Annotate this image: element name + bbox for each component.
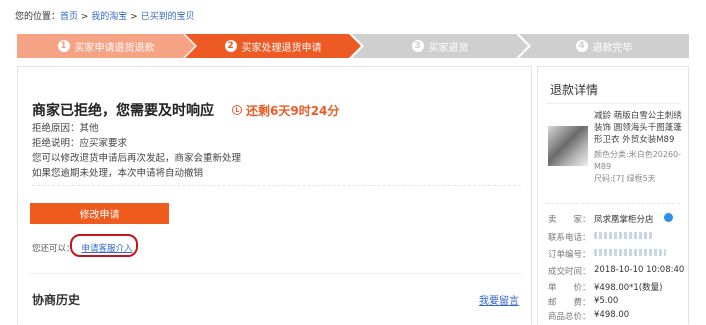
- step-number: 3: [411, 40, 424, 52]
- breadcrumb-my-taobao-link[interactable]: 我的淘宝: [91, 12, 127, 22]
- sidebar-title: 退款详情: [550, 83, 599, 97]
- step-number: 2: [224, 40, 237, 52]
- step-label: 买家申请退货退款: [74, 42, 155, 54]
- rejection-reason: 拒绝原因：其他: [32, 123, 99, 134]
- refund-status-panel: 商家已拒绝，您需要及时响应 还剩6天9时24分 拒绝原因：其他 拒绝说明：应买家…: [17, 66, 532, 324]
- status-headline: 商家已拒绝，您需要及时响应 还剩6天9时24分: [32, 100, 339, 120]
- clock-icon: [232, 105, 242, 115]
- phone-label: 联系电话：: [548, 233, 591, 243]
- divider: [32, 185, 521, 186]
- step-label: 退款完毕: [592, 42, 633, 54]
- postage-label: 邮 费：: [548, 298, 591, 308]
- modify-request-button[interactable]: 修改申请: [30, 203, 169, 224]
- highlight-circle: [70, 234, 138, 257]
- other-options-label: 您还可以：: [32, 244, 75, 254]
- auto-cancel-hint: 如果您逾期未处理，本次申请将自动撤销: [32, 168, 204, 179]
- step-3: 3 买家退货: [352, 34, 528, 58]
- total-row: 商品总价： ¥498.00: [548, 310, 629, 322]
- order-label: 订单编号：: [548, 250, 591, 260]
- total-label: 商品总价：: [548, 312, 591, 322]
- order-row: 订单编号：: [548, 248, 666, 260]
- seller-value[interactable]: 凤求凰掌柜分店: [594, 213, 654, 225]
- product-attributes: 颜色分类:米白色20260-M89 尺码:[7] 绿框5天: [594, 149, 684, 185]
- leave-message-link[interactable]: 我要留言: [479, 292, 519, 307]
- negotiation-history-title: 协商历史: [32, 293, 81, 307]
- price-value: ¥498.00*1(数量): [594, 283, 663, 293]
- breadcrumb-prefix: 您的位置：: [15, 12, 61, 22]
- seller-label: 卖 家：: [548, 215, 591, 225]
- rejection-explanation: 拒绝说明：应买家要求: [32, 138, 128, 149]
- phone-value-masked: [594, 232, 652, 239]
- step-label: 买家退货: [428, 42, 469, 54]
- rejection-info: 拒绝原因：其他 拒绝说明：应买家要求 您可以修改退货申请后再次发起，商家会重新处…: [32, 121, 241, 181]
- product-name[interactable]: 减龄 萌版白雪公主刺绣装饰 圆领海头千图蓬蓬形卫衣 外贸女装M89: [594, 110, 684, 146]
- product-size: 尺码:[7] 绿框5天: [594, 174, 656, 183]
- time-value: 2018-10-10 10:08:40: [594, 265, 685, 275]
- breadcrumb-bought-link[interactable]: 已买到的宝贝: [141, 12, 195, 22]
- countdown: 还剩6天9时24分: [232, 102, 339, 119]
- step-number: 1: [57, 40, 70, 52]
- product-color: 颜色分类:米白色20260-M89: [594, 150, 682, 171]
- divider: [546, 203, 680, 204]
- countdown-text: 还剩6天9时24分: [246, 103, 340, 118]
- breadcrumb-separator: >: [78, 12, 92, 22]
- phone-row: 联系电话：: [548, 231, 652, 243]
- postage-row: 邮 费： ¥5.00: [548, 296, 618, 308]
- breadcrumb-separator: >: [127, 12, 141, 22]
- breadcrumb-home-link[interactable]: 首页: [60, 12, 78, 22]
- seller-row: 卖 家： 凤求凰掌柜分店: [548, 213, 673, 225]
- step-4: 4 退款完毕: [519, 34, 689, 58]
- step-label: 买家处理退货申请: [241, 42, 322, 54]
- total-value: ¥498.00: [594, 310, 630, 320]
- postage-value: ¥5.00: [594, 296, 619, 306]
- divider: [546, 103, 680, 104]
- order-value-masked: [594, 249, 666, 256]
- breadcrumb: 您的位置：首页 > 我的淘宝 > 已买到的宝贝: [15, 9, 195, 22]
- step-2-current: 2 买家处理退货申请: [185, 34, 361, 58]
- step-number: 4: [575, 40, 588, 52]
- chat-icon[interactable]: [663, 213, 673, 222]
- resubmit-hint: 您可以修改退货申请后再次发起，商家会重新处理: [32, 153, 242, 164]
- refund-details-sidebar: 退款详情 减龄 萌版白雪公主刺绣装饰 圆领海头千图蓬蓬形卫衣 外贸女装M89 颜…: [537, 66, 689, 324]
- product-thumbnail[interactable]: [548, 126, 588, 166]
- price-label: 单 价：: [548, 283, 591, 293]
- time-row: 成交时间： 2018-10-10 10:08:40: [548, 265, 684, 277]
- price-row: 单 价： ¥498.00*1(数量): [548, 281, 662, 293]
- divider: [30, 273, 521, 274]
- progress-steps: 1 买家申请退货退款 2 买家处理退货申请 3 买家退货 4 退款完毕: [17, 34, 689, 58]
- status-title: 商家已拒绝，您需要及时响应: [32, 103, 214, 119]
- step-1: 1 买家申请退货退款: [17, 34, 195, 58]
- time-label: 成交时间：: [548, 267, 591, 277]
